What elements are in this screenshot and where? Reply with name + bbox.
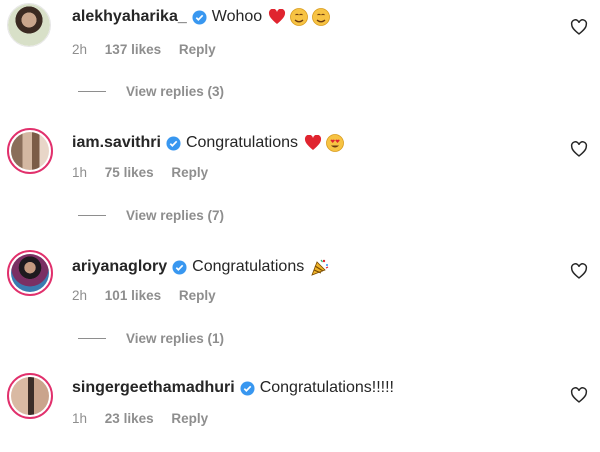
like-heart-icon[interactable] (570, 141, 588, 157)
view-replies-button[interactable]: View replies (1) (126, 331, 224, 346)
reply-button[interactable]: Reply (171, 165, 208, 180)
comment-time: 2h (72, 42, 88, 57)
comment-likes[interactable]: 137 likes (105, 42, 161, 57)
comment-time: 2h (72, 288, 88, 303)
comment-time: 1h (72, 165, 88, 180)
smiling-face-with-hearts-icon (290, 8, 309, 26)
comment-username[interactable]: alekhyaharika_ (72, 8, 187, 26)
view-replies-button[interactable]: View replies (7) (126, 208, 224, 223)
comment-time: 1h (72, 411, 88, 426)
verified-badge-icon (172, 259, 187, 275)
replies-divider (78, 338, 106, 339)
reply-button[interactable]: Reply (179, 288, 216, 303)
avatar[interactable] (7, 250, 53, 296)
red-heart-icon (269, 9, 286, 24)
avatar[interactable] (7, 3, 51, 47)
heart-eyes-icon (326, 134, 344, 152)
verified-badge-icon (240, 380, 255, 396)
reply-button[interactable]: Reply (171, 411, 208, 426)
avatar[interactable] (7, 128, 53, 174)
verified-badge-icon (192, 9, 207, 25)
party-popper-icon (311, 259, 329, 276)
comment-text: Wohoo (211, 8, 263, 25)
like-heart-icon[interactable] (570, 387, 588, 403)
comment-username[interactable]: iam.savithri (72, 134, 161, 152)
comment-username[interactable]: ariyanaglory (72, 258, 167, 276)
comment-likes[interactable]: 23 likes (105, 411, 154, 426)
comment-likes[interactable]: 75 likes (105, 165, 154, 180)
comment-likes[interactable]: 101 likes (105, 288, 161, 303)
red-heart-icon (305, 135, 322, 150)
smiling-face-with-hearts-icon (312, 8, 331, 26)
verified-badge-icon (166, 135, 181, 151)
reply-button[interactable]: Reply (179, 42, 216, 57)
comment-username[interactable]: singergeethamadhuri (72, 379, 235, 397)
like-heart-icon[interactable] (570, 263, 588, 279)
view-replies-button[interactable]: View replies (3) (126, 84, 224, 99)
comment-text: Congratulations (185, 134, 299, 151)
replies-divider (78, 91, 106, 92)
avatar[interactable] (7, 373, 53, 419)
like-heart-icon[interactable] (570, 19, 588, 35)
comment-text: Congratulations!!!!! (259, 379, 394, 396)
comment-text: Congratulations (192, 258, 305, 275)
replies-divider (78, 215, 106, 216)
